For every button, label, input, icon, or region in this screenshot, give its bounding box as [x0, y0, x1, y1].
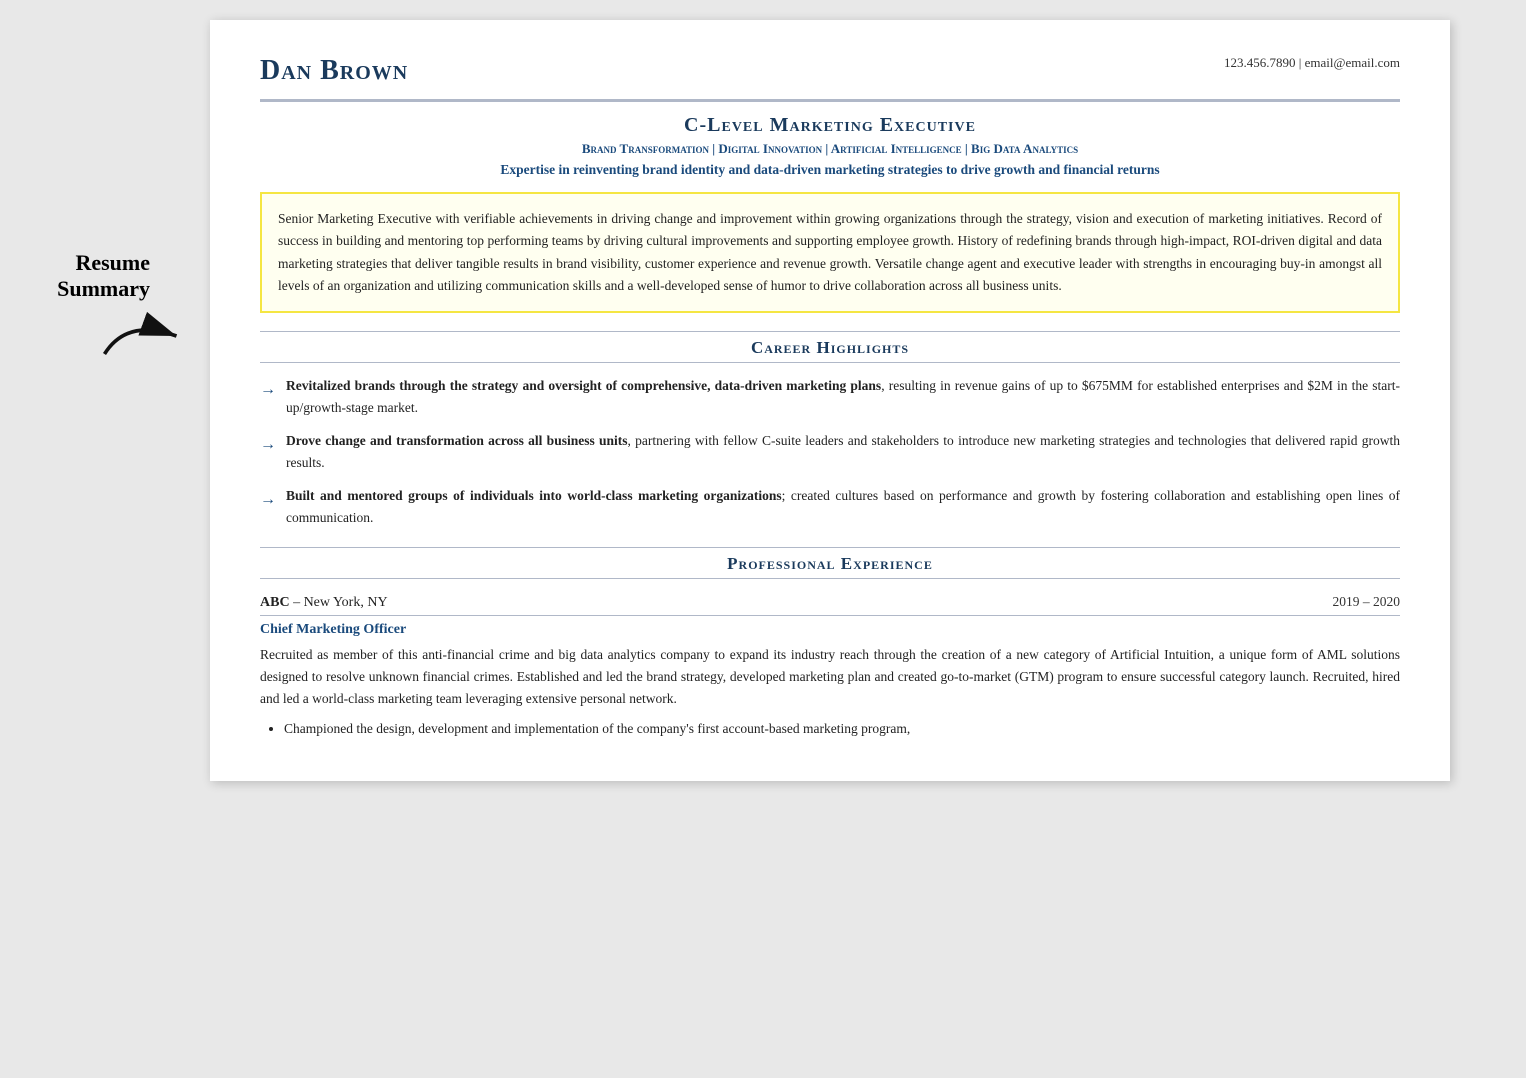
exp-divider-bottom: [260, 578, 1400, 579]
highlight-text-1: Revitalized brands through the strategy …: [286, 375, 1400, 418]
left-label-area: Resume Summary: [0, 20, 160, 361]
job-company: ABC – New York, NY: [260, 593, 388, 611]
professional-experience-title: Professional Experience: [727, 554, 933, 573]
highlight-arrow-1: →: [260, 377, 276, 403]
job-title: C-Level Marketing Executive: [260, 114, 1400, 137]
highlight-item-1: → Revitalized brands through the strateg…: [260, 375, 1400, 418]
job-bullets: Championed the design, development and i…: [284, 718, 1400, 740]
page-wrapper: Resume Summary Dan Brown 123.456.7890 | …: [0, 20, 1526, 781]
job-bullet-1: Championed the design, development and i…: [284, 718, 1400, 740]
job-entry-1: ABC – New York, NY 2019 – 2020 Chief Mar…: [260, 593, 1400, 741]
summary-section: Senior Marketing Executive with verifiab…: [260, 192, 1400, 313]
arrow-icon: [100, 311, 190, 361]
resume-document: Dan Brown 123.456.7890 | email@email.com…: [210, 20, 1450, 781]
highlight-text-3: Built and mentored groups of individuals…: [286, 485, 1400, 528]
highlight-bold-2: Drove change and transformation across a…: [286, 433, 628, 448]
highlight-text-2: Drove change and transformation across a…: [286, 430, 1400, 473]
job-dates: 2019 – 2020: [1333, 594, 1401, 610]
summary-text: Senior Marketing Executive with verifiab…: [278, 211, 1382, 293]
header-title-section: C-Level Marketing Executive Brand Transf…: [260, 114, 1400, 178]
company-name: ABC: [260, 595, 290, 610]
career-highlights-header: Career Highlights: [260, 331, 1400, 363]
expertise-line: Expertise in reinventing brand identity …: [260, 162, 1400, 178]
resume-summary-label: Resume Summary: [57, 250, 150, 303]
highlight-bold-1: Revitalized brands through the strategy …: [286, 378, 881, 393]
highlight-bold-3: Built and mentored groups of individuals…: [286, 488, 782, 503]
job-title-label: Chief Marketing Officer: [260, 622, 1400, 638]
resume-header: Dan Brown 123.456.7890 | email@email.com: [260, 55, 1400, 102]
job-title-divider: [260, 615, 1400, 616]
candidate-name: Dan Brown: [260, 55, 408, 87]
exp-divider-top: [260, 547, 1400, 548]
highlight-item-3: → Built and mentored groups of individua…: [260, 485, 1400, 528]
highlight-item-2: → Drove change and transformation across…: [260, 430, 1400, 473]
divider-top: [260, 331, 1400, 332]
highlight-arrow-3: →: [260, 487, 276, 513]
career-highlights-title: Career Highlights: [751, 338, 909, 357]
professional-experience-header: Professional Experience: [260, 547, 1400, 579]
company-suffix: – New York, NY: [290, 595, 388, 610]
job-description: Recruited as member of this anti-financi…: [260, 644, 1400, 711]
contact-info: 123.456.7890 | email@email.com: [1224, 55, 1400, 71]
highlights-list: → Revitalized brands through the strateg…: [260, 375, 1400, 529]
specialties-line: Brand Transformation | Digital Innovatio…: [260, 141, 1400, 157]
highlight-arrow-2: →: [260, 432, 276, 458]
divider-bottom: [260, 362, 1400, 363]
job-header-row: ABC – New York, NY 2019 – 2020: [260, 593, 1400, 611]
